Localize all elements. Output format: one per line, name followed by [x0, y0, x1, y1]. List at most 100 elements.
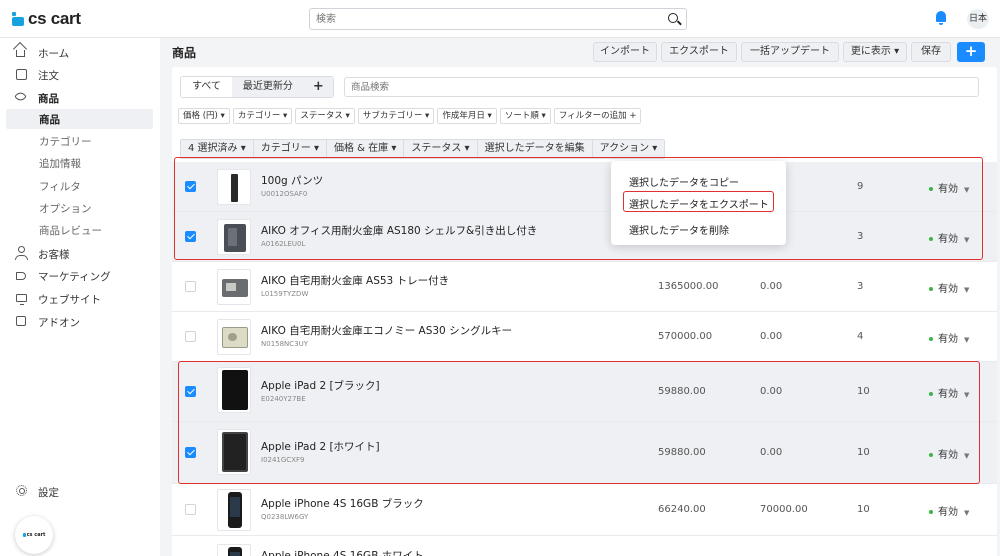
actions-dropdown[interactable]: アクション ▾	[592, 140, 665, 158]
filter-subcategory[interactable]: サブカテゴリー ▾	[357, 108, 435, 124]
sidebar-item-settings[interactable]: 設定	[0, 481, 160, 501]
sidebar-subitem-features[interactable]: 追加情報	[0, 153, 160, 173]
filter-category[interactable]: カテゴリー ▾	[232, 108, 293, 124]
tag-icon	[14, 90, 27, 103]
status-dropdown[interactable]: 有効 ▼	[929, 503, 969, 518]
sidebar-item-addons[interactable]: アドオン	[0, 312, 160, 332]
product-name[interactable]: Apple iPad 2 [ブラック]	[261, 378, 380, 393]
status-label: 有効	[938, 389, 958, 400]
product-name[interactable]: Apple iPhone 4S 16GB ホワイト	[261, 548, 424, 556]
edit-selected-button[interactable]: 選択したデータを編集	[477, 140, 593, 158]
language-selector[interactable]: 日本	[967, 9, 989, 29]
product-name[interactable]: Apple iPad 2 [ホワイト]	[261, 439, 380, 454]
product-thumbnail[interactable]	[217, 544, 251, 556]
status-dropdown[interactable]: 有効 ▼	[929, 330, 969, 345]
bulk-status-dropdown[interactable]: ステータス ▾	[404, 140, 478, 158]
status-dot-icon	[929, 287, 933, 291]
caret-down-icon: ▾	[345, 111, 350, 121]
product-thumbnail[interactable]	[217, 269, 251, 305]
sidebar-subitem-filters[interactable]: フィルタ	[0, 176, 160, 196]
menu-item-copy-selected[interactable]: 選択したデータをコピー	[629, 174, 739, 189]
status-dropdown[interactable]: 有効 ▼	[929, 385, 969, 400]
sidebar-subitem-options[interactable]: オプション	[0, 198, 160, 218]
product-search-input[interactable]	[345, 78, 945, 96]
bulk-update-button[interactable]: 一括アップデート	[741, 42, 839, 62]
sidebar-subitem-categories[interactable]: カテゴリー	[0, 131, 160, 151]
row-checkbox[interactable]	[185, 504, 196, 515]
filter-price[interactable]: 価格 (円) ▾	[178, 108, 230, 124]
product-list-price: 0.00	[760, 281, 783, 292]
import-button[interactable]: インポート	[593, 42, 657, 62]
status-dropdown[interactable]: 有効 ▼	[929, 230, 969, 245]
table-row[interactable]: Apple iPad 2 [ホワイト] I0241GCXF9 59880.00 …	[172, 422, 997, 484]
search-icon[interactable]	[668, 13, 678, 23]
sidebar-item-home[interactable]: ホーム	[0, 43, 160, 63]
product-search[interactable]	[344, 77, 979, 97]
selected-count-dropdown[interactable]: 4 選択済み ▾	[181, 140, 254, 158]
filter-created-date[interactable]: 作成年月日 ▾	[437, 108, 497, 124]
sidebar-item-marketing[interactable]: マーケティング	[0, 266, 160, 286]
product-thumbnail[interactable]	[217, 169, 251, 205]
logo[interactable]: cs cart	[12, 9, 81, 29]
row-checkbox[interactable]	[185, 447, 196, 458]
row-checkbox[interactable]	[185, 281, 196, 292]
sidebar-item-customers[interactable]: お客様	[0, 244, 160, 264]
global-search-input[interactable]	[310, 9, 650, 29]
row-checkbox[interactable]	[185, 181, 196, 192]
status-dropdown[interactable]: 有効 ▼	[929, 180, 969, 195]
product-thumbnail[interactable]	[217, 367, 251, 413]
add-product-button[interactable]: +	[957, 42, 985, 62]
bell-icon[interactable]	[936, 11, 946, 25]
tab-recently-updated[interactable]: 最近更新分	[231, 77, 304, 97]
status-dropdown[interactable]: 有効 ▼	[929, 280, 969, 295]
product-thumbnail[interactable]	[217, 219, 251, 255]
menu-item-export-selected[interactable]: 選択したデータをエクスポート	[629, 196, 769, 211]
more-button[interactable]: 更に表示 ▾	[843, 42, 907, 62]
table-row[interactable]: Apple iPhone 4S 16GB ブラック Q0238LW6GY 662…	[172, 484, 997, 536]
table-row[interactable]: Apple iPad 2 [ブラック] E0240Y27BE 59880.00 …	[172, 362, 997, 422]
table-row[interactable]: Apple iPhone 4S 16GB ホワイト	[172, 536, 997, 556]
row-checkbox[interactable]	[185, 386, 196, 397]
sidebar-subitem-reviews[interactable]: 商品レビュー	[0, 220, 160, 240]
row-checkbox[interactable]	[185, 231, 196, 242]
actions-menu: 選択したデータをコピー 選択したデータをエクスポート 選択したデータを削除	[611, 161, 786, 245]
row-checkbox[interactable]	[185, 331, 196, 342]
table-row[interactable]: AIKO 自宅用耐火金庫 AS53 トレー付き L0159TYZDW 13650…	[172, 262, 997, 312]
product-thumbnail[interactable]	[217, 429, 251, 475]
status-dropdown[interactable]: 有効 ▼	[929, 446, 969, 461]
sidebar-item-label: 商品レビュー	[39, 224, 102, 237]
sidebar-item-products[interactable]: 商品	[0, 88, 160, 108]
bulk-category-dropdown[interactable]: カテゴリー ▾	[253, 140, 327, 158]
bulk-label: 4 選択済み	[188, 143, 238, 154]
product-name[interactable]: AIKO オフィス用耐火金庫 AS180 シェルフ&引き出し付き	[261, 223, 537, 238]
table-row[interactable]: AIKO 自宅用耐火金庫エコノミー AS30 シングルキー N0158NC3UY…	[172, 312, 997, 362]
product-name[interactable]: Apple iPhone 4S 16GB ブラック	[261, 496, 424, 511]
filter-status[interactable]: ステータス ▾	[295, 108, 355, 124]
filter-bar: 価格 (円) ▾ カテゴリー ▾ ステータス ▾ サブカテゴリー ▾ 作成年月日…	[178, 108, 642, 126]
cs-cart-badge[interactable]: cs cart	[15, 516, 53, 554]
menu-item-delete-selected[interactable]: 選択したデータを削除	[629, 222, 729, 237]
save-button[interactable]: 保存	[911, 42, 951, 62]
products-panel: すべて 最近更新分 + 価格 (円) ▾ カテゴリー ▾ ステータス ▾ サブカ…	[172, 67, 997, 556]
add-tab-button[interactable]: +	[303, 77, 333, 97]
product-price: 570000.00	[658, 331, 713, 342]
export-button[interactable]: エクスポート	[661, 42, 737, 62]
top-bar: cs cart 日本	[0, 0, 1000, 38]
add-filter-button[interactable]: フィルターの追加 +	[553, 108, 642, 124]
caret-down-icon: ▼	[964, 391, 970, 399]
sidebar-item-orders[interactable]: 注文	[0, 65, 160, 85]
global-search[interactable]	[309, 8, 687, 30]
sidebar-subitem-products[interactable]: 商品	[6, 109, 153, 129]
product-thumbnail[interactable]	[217, 319, 251, 355]
sidebar-item-website[interactable]: ウェブサイト	[0, 289, 160, 309]
table-row[interactable]: 100g パンツ U0012OSAF0 9 有効 ▼	[172, 162, 997, 212]
table-row[interactable]: AIKO オフィス用耐火金庫 AS180 シェルフ&引き出し付き A0162LE…	[172, 212, 997, 262]
badge-text: cs cart	[26, 532, 46, 538]
bulk-price-stock-dropdown[interactable]: 価格 & 在庫 ▾	[326, 140, 405, 158]
tab-all[interactable]: すべて	[181, 77, 232, 97]
product-name[interactable]: 100g パンツ	[261, 173, 323, 188]
product-thumbnail[interactable]	[217, 489, 251, 531]
product-name[interactable]: AIKO 自宅用耐火金庫エコノミー AS30 シングルキー	[261, 323, 512, 338]
product-name[interactable]: AIKO 自宅用耐火金庫 AS53 トレー付き	[261, 273, 449, 288]
filter-sort-order[interactable]: ソート順 ▾	[499, 108, 551, 124]
